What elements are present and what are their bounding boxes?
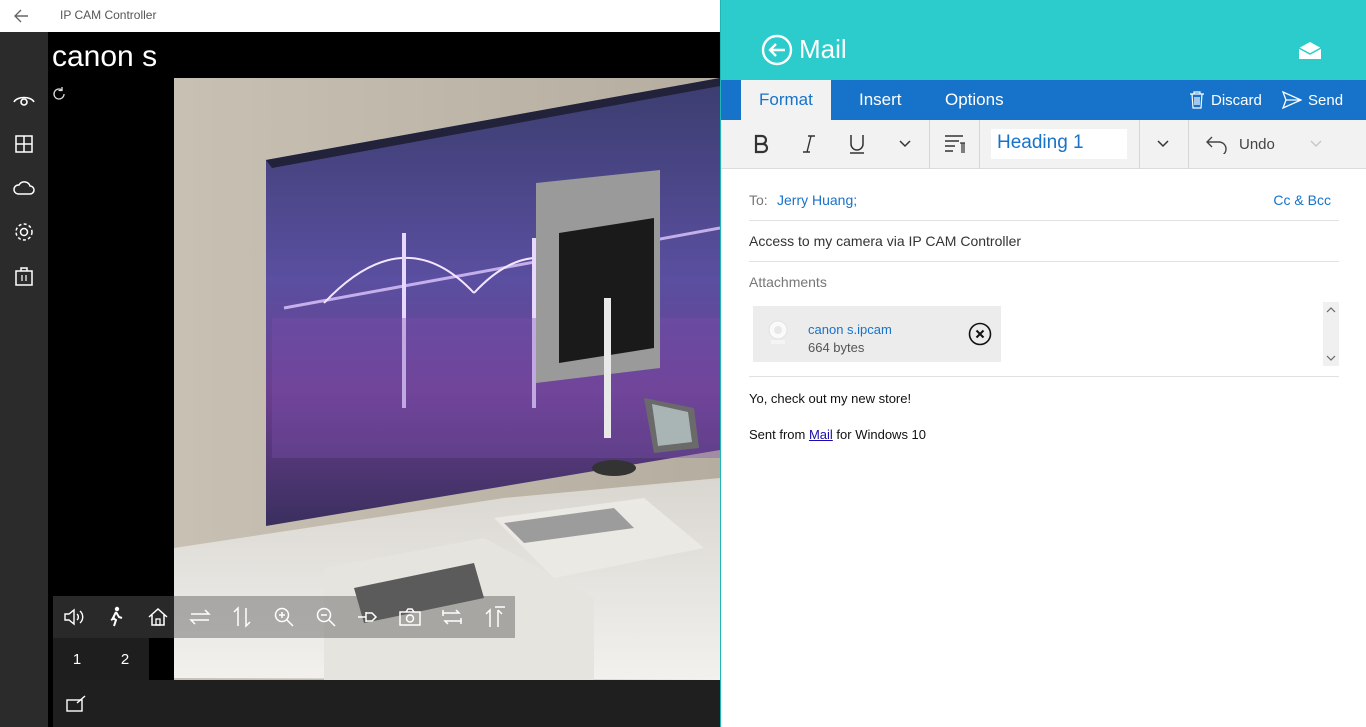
edit-icon[interactable] <box>65 694 87 714</box>
attachments-label: Attachments <box>749 274 827 290</box>
style-selector[interactable]: Heading 1 <box>991 129 1127 159</box>
eye-icon[interactable] <box>4 80 44 120</box>
cloud-icon[interactable] <box>4 168 44 208</box>
undo-label: Undo <box>1239 135 1275 153</box>
undo-button[interactable]: Undo <box>1205 126 1275 162</box>
pin-icon[interactable] <box>347 596 389 638</box>
underline-button[interactable] <box>839 126 875 162</box>
toolbar-divider <box>1139 120 1140 169</box>
swap-vertical-icon[interactable] <box>221 596 263 638</box>
zoom-out-icon[interactable] <box>305 596 347 638</box>
envelope-icon <box>1297 40 1323 60</box>
mail-header: Mail <box>721 0 1366 80</box>
webcam-icon <box>763 318 793 348</box>
chevron-down-icon <box>1157 140 1169 148</box>
zoom-in-icon[interactable] <box>263 596 305 638</box>
attachment-size: 664 bytes <box>808 340 865 355</box>
signature-suffix: for Windows 10 <box>832 427 927 442</box>
subject-text: Access to my camera via IP CAM Controlle… <box>749 233 1022 249</box>
toolbar-divider <box>979 120 980 169</box>
swap-horizontal-icon[interactable] <box>179 596 221 638</box>
attachments-section: Attachments canon s.ipcam 664 bytes <box>749 262 1339 377</box>
camera-frame-image <box>174 78 720 680</box>
camera-icon[interactable] <box>389 596 431 638</box>
trash-icon <box>1190 91 1204 109</box>
italic-button[interactable] <box>791 126 827 162</box>
paragraph-icon <box>945 135 965 153</box>
back-circle-icon[interactable] <box>761 34 793 66</box>
remove-attachment-icon[interactable] <box>968 322 992 346</box>
paragraph-button[interactable] <box>935 126 975 162</box>
underline-icon <box>850 135 864 154</box>
send-button[interactable]: Send <box>1282 80 1343 120</box>
mail-pane: Mail Format Insert Options Discard Send <box>720 0 1366 727</box>
to-label: To: <box>749 192 768 208</box>
message-signature[interactable]: Sent from Mail for Windows 10 <box>749 427 926 442</box>
chevron-down-icon <box>899 140 911 148</box>
undo-icon <box>1206 136 1227 154</box>
tab-options[interactable]: Options <box>927 80 1022 120</box>
discard-button[interactable]: Discard <box>1189 80 1262 120</box>
toolbar-divider <box>1188 120 1189 169</box>
tab-insert[interactable]: Insert <box>841 80 920 120</box>
store-icon[interactable] <box>4 256 44 296</box>
tab-format[interactable]: Format <box>741 80 831 120</box>
app-sidebar <box>0 32 48 727</box>
grid-icon[interactable] <box>4 124 44 164</box>
mail-title: Mail <box>799 34 847 64</box>
motion-icon[interactable] <box>95 596 137 638</box>
ipcam-app-window: IP CAM Controller canon s 1 2 <box>0 0 720 727</box>
font-options-dropdown[interactable] <box>887 126 923 162</box>
attachment-card[interactable]: canon s.ipcam 664 bytes <box>753 306 1001 362</box>
attachments-scrollbar[interactable] <box>1323 302 1339 366</box>
discard-label: Discard <box>1211 91 1262 109</box>
to-field[interactable]: To: Jerry Huang; Cc & Bcc <box>749 180 1339 221</box>
italic-icon <box>803 135 815 153</box>
message-body-line[interactable]: Yo, check out my new store! <box>749 391 911 406</box>
refresh-icon[interactable] <box>51 86 67 102</box>
attachment-name[interactable]: canon s.ipcam <box>808 322 892 337</box>
flip-horizontal-icon[interactable] <box>431 596 473 638</box>
volume-icon[interactable] <box>53 596 95 638</box>
subject-field[interactable]: Access to my camera via IP CAM Controlle… <box>749 221 1339 262</box>
cc-bcc-link[interactable]: Cc & Bcc <box>1273 192 1331 208</box>
style-dropdown[interactable] <box>1145 126 1181 162</box>
flip-vertical-icon[interactable] <box>473 596 515 638</box>
gear-icon[interactable] <box>4 212 44 252</box>
to-recipient[interactable]: Jerry Huang; <box>777 192 857 208</box>
camera-name: canon s <box>52 40 158 73</box>
undo-dropdown[interactable] <box>1301 126 1331 162</box>
bold-icon <box>754 134 769 154</box>
back-arrow-icon[interactable] <box>10 4 36 28</box>
send-icon <box>1282 91 1302 109</box>
preset-1-button[interactable]: 1 <box>53 638 101 680</box>
chevron-down-icon <box>1310 140 1322 148</box>
app-title: IP CAM Controller <box>60 8 157 22</box>
preset-selector: 1 2 <box>53 638 149 680</box>
ptz-control-bar <box>53 596 515 638</box>
send-label: Send <box>1308 91 1344 109</box>
bold-button[interactable] <box>743 126 779 162</box>
app-titlebar: IP CAM Controller <box>0 0 720 32</box>
mail-ribbon: Format Insert Options Discard Send <box>721 80 1366 120</box>
signature-prefix: Sent from <box>749 427 809 442</box>
toolbar-divider <box>929 120 930 169</box>
preset-2-button[interactable]: 2 <box>101 638 149 680</box>
app-bottom-bar <box>53 680 720 727</box>
mail-link[interactable]: Mail <box>809 427 833 442</box>
format-toolbar: Heading 1 Undo <box>721 120 1366 169</box>
home-icon[interactable] <box>137 596 179 638</box>
camera-video-feed[interactable] <box>174 78 720 680</box>
